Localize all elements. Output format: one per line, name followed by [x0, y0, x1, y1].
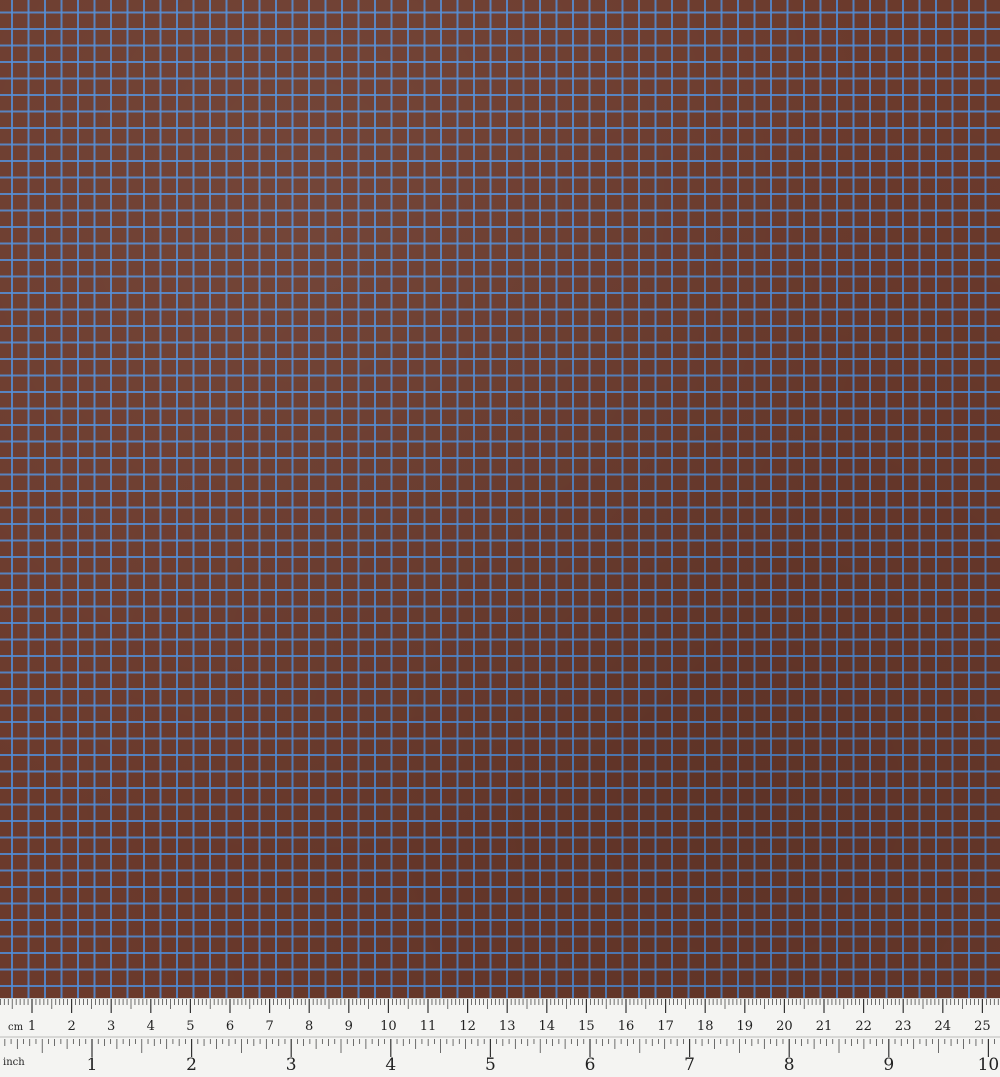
- plaid-fabric-swatch: [0, 0, 1000, 998]
- cm-label: 18: [697, 1019, 714, 1034]
- cm-label: 13: [499, 1019, 516, 1034]
- inch-unit-label: inch: [3, 1057, 25, 1068]
- cm-label: 22: [855, 1019, 872, 1034]
- inch-label: 9: [883, 1055, 894, 1075]
- cm-label: 14: [539, 1019, 556, 1034]
- inch-label: 10: [978, 1055, 1000, 1075]
- cm-label: 5: [186, 1019, 194, 1034]
- cm-label: 20: [776, 1019, 793, 1034]
- cm-label: 6: [226, 1019, 234, 1034]
- inch-label: 1: [87, 1055, 98, 1075]
- cm-label: 9: [345, 1019, 353, 1034]
- inch-label: 8: [784, 1055, 795, 1075]
- cm-label: 21: [816, 1019, 833, 1034]
- cm-label: 11: [420, 1019, 437, 1034]
- cm-label: 15: [578, 1019, 595, 1034]
- cm-unit-label: cm: [8, 1022, 24, 1033]
- fabric-photo: 1 2 3 4 5 6 7 8 9 10 11 12 13 14 15 16 17 18 19 20 21 22 23 24 2…: [0, 0, 1000, 1077]
- cm-label: 4: [147, 1019, 155, 1034]
- cm-label: 23: [895, 1019, 912, 1034]
- cm-label: 25: [974, 1019, 991, 1034]
- cm-label: 8: [305, 1019, 313, 1034]
- inch-label: 5: [485, 1055, 496, 1075]
- cm-label: 7: [265, 1019, 273, 1034]
- inch-label: 6: [585, 1055, 596, 1075]
- ruler-scale: 1 2 3 4 5 6 7 8 9 10 11 12 13 14 15 16 17 18 19 20 21 22 23 24 2…: [0, 999, 1000, 1075]
- cm-scale: 1 2 3 4 5 6 7 8 9 10 11 12 13 14 15 16 17 18 19 20 21 22 23 24 2…: [0, 999, 999, 1034]
- cm-label: 16: [618, 1019, 635, 1034]
- cm-label: 12: [459, 1019, 476, 1034]
- inch-label: 2: [186, 1055, 197, 1075]
- inch-scale: 1 2 3 4 5 6 7 8 9 10: [4, 1039, 1000, 1075]
- cm-label: 17: [657, 1019, 674, 1034]
- inch-label: 7: [684, 1055, 695, 1075]
- cm-label: 2: [67, 1019, 75, 1034]
- measuring-ruler: 1 2 3 4 5 6 7 8 9 10 11 12 13 14 15 16 17 18 19 20 21 22 23 24 2…: [0, 998, 1000, 1077]
- cm-label: 19: [737, 1019, 754, 1034]
- cm-label: 1: [28, 1019, 36, 1034]
- inch-label: 3: [286, 1055, 297, 1075]
- cm-label: 3: [107, 1019, 115, 1034]
- inch-label: 4: [385, 1055, 396, 1075]
- cm-label: 24: [935, 1019, 952, 1034]
- cm-label: 10: [380, 1019, 397, 1034]
